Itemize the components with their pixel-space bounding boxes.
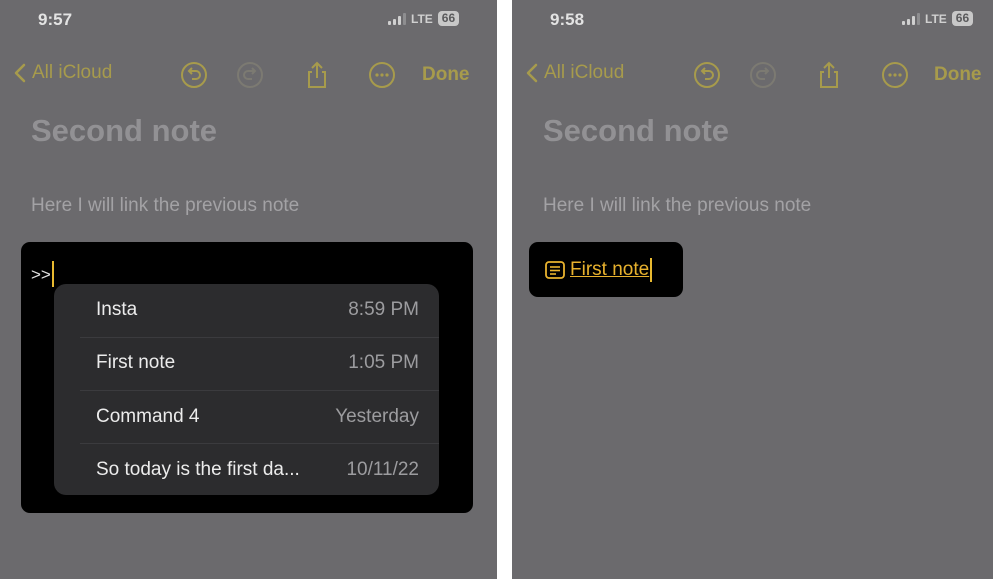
signal-icon	[388, 12, 406, 25]
suggestion-time: Yesterday	[335, 406, 419, 427]
toolbar: All iCloud Done	[0, 58, 497, 92]
note-body[interactable]: Here I will link the previous note	[31, 195, 299, 217]
back-label: All iCloud	[544, 62, 625, 83]
done-button[interactable]: Done	[934, 64, 982, 86]
note-link-label: First note	[570, 259, 650, 280]
note-link[interactable]: First note	[545, 258, 653, 282]
suggestion-item[interactable]: So today is the first da... 10/11/22	[54, 444, 439, 497]
battery-badge: 66	[437, 11, 460, 26]
more-icon[interactable]	[367, 60, 397, 90]
text-cursor	[650, 258, 653, 282]
undo-icon[interactable]	[692, 60, 722, 90]
note-body[interactable]: Here I will link the previous note	[543, 195, 811, 217]
suggestion-item[interactable]: Insta 8:59 PM	[54, 284, 439, 337]
undo-icon[interactable]	[179, 60, 209, 90]
status-time: 9:57	[38, 10, 73, 29]
redo-icon[interactable]	[748, 60, 778, 90]
suggestion-name: So today is the first da...	[96, 459, 300, 480]
more-icon[interactable]	[880, 60, 910, 90]
left-screen: 9:57 LTE 66 All iCloud Done Second note …	[0, 0, 497, 579]
redo-icon[interactable]	[235, 60, 265, 90]
right-screen: 9:58 LTE 66 All iCloud Done Second note …	[512, 0, 993, 579]
toolbar: All iCloud Done	[512, 58, 993, 92]
status-time: 9:58	[550, 10, 585, 29]
suggestion-name: Command 4	[96, 406, 200, 427]
battery-badge: 66	[951, 11, 974, 26]
done-button[interactable]: Done	[422, 64, 470, 86]
note-title[interactable]: Second note	[31, 113, 217, 149]
suggestion-name: First note	[96, 352, 176, 373]
note-title[interactable]: Second note	[543, 113, 729, 149]
status-indicators: LTE 66	[388, 11, 460, 26]
suggestion-time: 10/11/22	[346, 459, 419, 480]
signal-icon	[902, 12, 920, 25]
suggestion-time: 1:05 PM	[348, 352, 419, 373]
status-indicators: LTE 66	[902, 11, 974, 26]
chevron-left-icon	[14, 63, 26, 83]
back-label: All iCloud	[32, 62, 113, 83]
note-link-block: First note	[529, 242, 683, 297]
chevron-left-icon	[526, 63, 538, 83]
suggestion-item[interactable]: Command 4 Yesterday	[54, 391, 439, 444]
typed-text: >>	[31, 265, 51, 284]
back-button[interactable]: All iCloud	[526, 62, 624, 84]
back-button[interactable]: All iCloud	[14, 62, 112, 84]
suggestion-menu: Insta 8:59 PM First note 1:05 PM Command…	[54, 284, 439, 495]
network-type: LTE	[925, 11, 947, 26]
suggestion-time: 8:59 PM	[348, 299, 419, 320]
share-icon[interactable]	[302, 60, 332, 90]
network-type: LTE	[411, 11, 433, 26]
note-icon	[545, 261, 565, 279]
typed-text-line[interactable]: >>	[31, 261, 54, 287]
suggestion-name: Insta	[96, 299, 138, 320]
note-link-picker: >> Insta 8:59 PM First note 1:05 PM Comm…	[21, 242, 473, 513]
share-icon[interactable]	[814, 60, 844, 90]
suggestion-item[interactable]: First note 1:05 PM	[54, 337, 439, 390]
